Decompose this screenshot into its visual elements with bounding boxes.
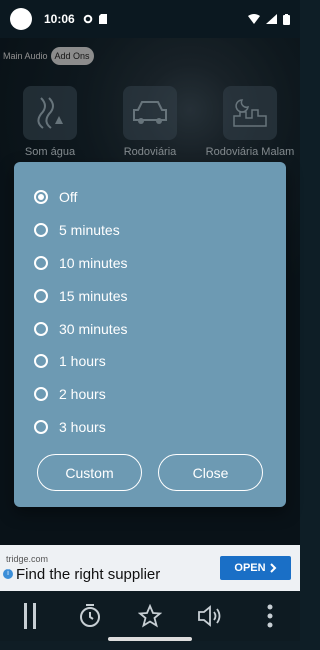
timer-option-10-minutes[interactable]: 10 minutes [34,247,127,280]
sd-card-icon [98,14,107,24]
status-time: 10:06 [44,12,75,26]
more-vert-icon [267,604,273,628]
option-label: 1 hours [59,353,106,370]
more-button[interactable] [252,598,288,634]
timer-icon [80,604,100,627]
option-label: 3 hours [59,418,106,435]
option-label: Off [59,189,78,206]
volume-button[interactable] [192,598,228,634]
timer-button[interactable] [72,598,108,634]
radio-button[interactable] [34,255,48,270]
timer-option-5-minutes[interactable]: 5 minutes [34,214,127,247]
option-label: 15 minutes [59,287,128,304]
ad-banner[interactable]: tridge.com i Find the right supplier OPE… [0,545,300,591]
settings-icon [83,14,93,24]
pause-icon [24,603,36,629]
ad-open-button[interactable]: OPEN [220,556,291,580]
volume-icon [198,605,221,627]
radio-button[interactable] [34,190,48,205]
radio-button[interactable] [34,223,48,238]
pause-button[interactable] [12,598,48,634]
option-label: 10 minutes [59,254,128,271]
battery-icon [283,13,290,25]
radio-button[interactable] [34,419,48,434]
sleep-timer-dialog: Off 5 minutes 10 minutes 15 minutes 30 m… [14,162,286,507]
star-icon [138,604,162,628]
ad-info-icon[interactable]: i [3,569,13,579]
status-bar: 10:06 [0,0,300,38]
timer-options: Off 5 minutes 10 minutes 15 minutes 30 m… [34,181,127,443]
timer-option-off[interactable]: Off [34,181,127,214]
radio-button[interactable] [34,387,48,402]
radio-button[interactable] [34,288,48,303]
chevron-right-icon [269,563,277,573]
bottom-player-bar [0,591,300,641]
timer-option-2-hours[interactable]: 2 hours [34,378,127,411]
timer-option-15-minutes[interactable]: 15 minutes [34,279,127,312]
timer-option-1-hour[interactable]: 1 hours [34,345,127,378]
timer-option-3-hours[interactable]: 3 hours [34,411,127,444]
ad-open-label: OPEN [234,562,266,574]
home-indicator[interactable] [108,637,192,641]
favorite-button[interactable] [132,598,168,634]
option-label: 2 hours [59,386,106,403]
radio-button[interactable] [34,354,48,369]
camera-cutout [10,8,32,30]
timer-option-30-minutes[interactable]: 30 minutes [34,312,127,345]
signal-icon [266,14,277,24]
wifi-icon [248,14,260,24]
ad-title: Find the right supplier [16,566,161,583]
option-label: 5 minutes [59,222,120,239]
option-label: 30 minutes [59,320,128,337]
custom-button[interactable]: Custom [37,454,142,491]
ad-domain: tridge.com [6,554,49,564]
close-button[interactable]: Close [158,454,263,491]
radio-button[interactable] [34,321,48,336]
